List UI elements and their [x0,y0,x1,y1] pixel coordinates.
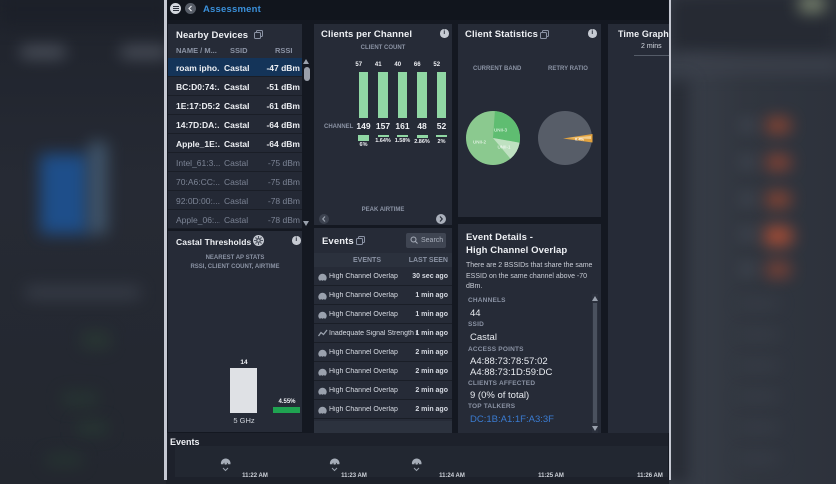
svg-text:UNII-1: UNII-1 [497,145,510,150]
svg-text:UNII-3: UNII-3 [494,128,507,133]
svg-text:0.4%: 0.4% [575,137,585,142]
svg-text:UNII-2: UNII-2 [473,140,486,145]
